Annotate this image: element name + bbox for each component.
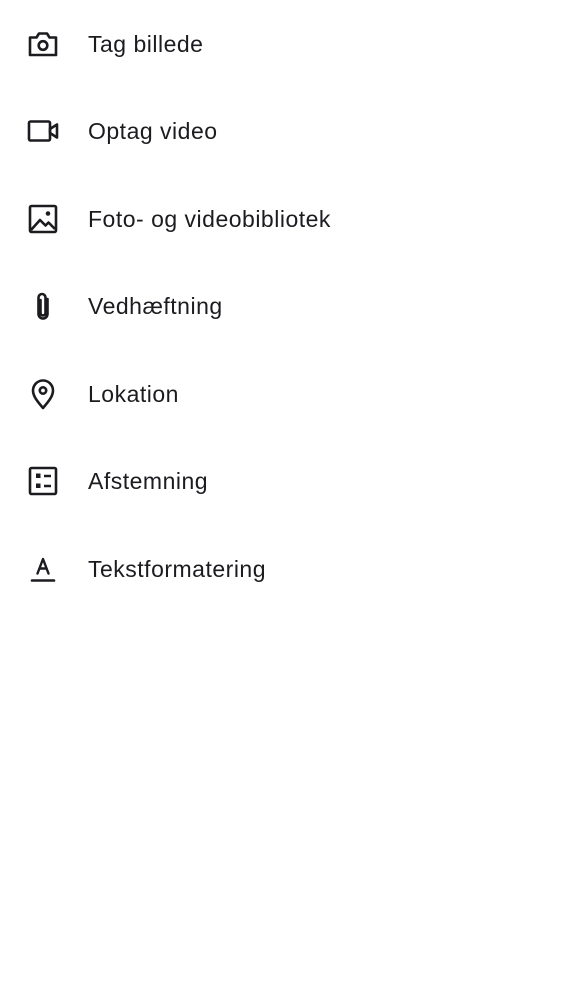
menu-item-photo-library[interactable]: Foto- og videobibliotek — [0, 175, 562, 263]
menu-item-attachment[interactable]: Vedhæftning — [0, 262, 562, 350]
videocam-icon — [26, 114, 60, 148]
menu-item-label: Tag billede — [88, 30, 204, 57]
menu-item-poll[interactable]: Afstemning — [0, 437, 562, 525]
text-format-icon — [26, 552, 60, 586]
menu-item-label: Optag video — [88, 117, 218, 144]
menu-item-location[interactable]: Lokation — [0, 350, 562, 438]
attachment-menu: Tag billede Optag video Foto- og videobi… — [0, 0, 562, 1000]
poll-icon — [26, 464, 60, 498]
menu-item-label: Lokation — [88, 380, 179, 407]
menu-item-label: Afstemning — [88, 467, 209, 494]
location-pin-icon — [26, 377, 60, 411]
menu-item-label: Tekstformatering — [88, 555, 267, 582]
menu-item-text-formatting[interactable]: Tekstformatering — [0, 525, 562, 613]
menu-item-take-photo[interactable]: Tag billede — [0, 0, 562, 88]
menu-item-label: Foto- og videobibliotek — [88, 205, 331, 232]
paperclip-icon — [26, 289, 60, 323]
menu-item-record-video[interactable]: Optag video — [0, 87, 562, 175]
image-icon — [26, 202, 60, 236]
menu-item-label: Vedhæftning — [88, 292, 223, 319]
camera-icon — [26, 27, 60, 61]
